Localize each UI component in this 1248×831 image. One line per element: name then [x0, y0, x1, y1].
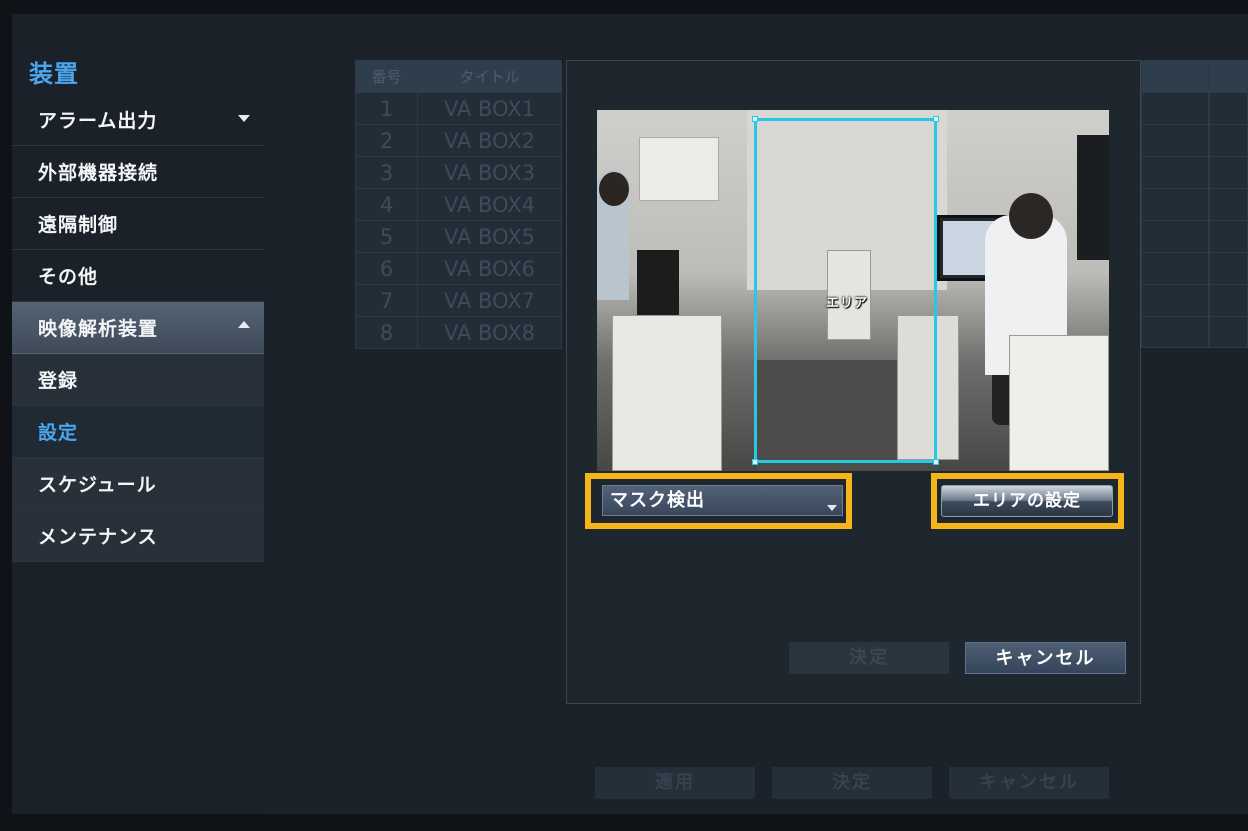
cell-number: 1 [355, 92, 418, 125]
table-row[interactable]: 5 VA BOX5 [355, 220, 562, 253]
sidebar-item-schedule[interactable]: スケジュール [12, 458, 264, 510]
column-header-number: 番号 [355, 60, 418, 93]
cell-number: 4 [355, 188, 418, 221]
preview-head-left [599, 172, 629, 206]
sidebar-title: 装置 [29, 60, 79, 88]
cell-number: 7 [355, 284, 418, 317]
sidebar-item-external-device[interactable]: 外部機器接続 [12, 146, 264, 198]
preview-desk-left [612, 315, 722, 471]
preview-poster [639, 137, 719, 201]
area-handle-top-left[interactable] [752, 116, 758, 122]
dialog-ok-button[interactable]: 決定 [789, 642, 949, 674]
cell-title: VA BOX7 [417, 284, 562, 317]
sidebar-item-label: 登録 [38, 370, 79, 392]
sidebar-item-alarm-output[interactable]: アラーム出力 [12, 94, 264, 146]
sidebar-item-label: 映像解析装置 [38, 318, 159, 340]
cell-number: 3 [355, 156, 418, 189]
column-header-title: タイトル [417, 60, 562, 93]
detection-type-value: マスク検出 [610, 490, 705, 511]
preview-desk-right [1009, 335, 1109, 471]
sidebar: 装置 アラーム出力 外部機器接続 遠隔制御 その他 映像解析装置 登録 設定 ス… [12, 14, 264, 814]
chevron-up-icon [238, 321, 250, 328]
sidebar-item-label: アラーム出力 [38, 110, 158, 132]
table-column-right-2 [1209, 60, 1248, 348]
cell-title: VA BOX3 [417, 156, 562, 189]
cell-number: 8 [355, 316, 418, 349]
detection-type-select[interactable]: マスク検出 [602, 485, 843, 516]
table-column-right-1 [1141, 60, 1209, 348]
sidebar-item-label: 設定 [38, 422, 79, 444]
cell-title: VA BOX2 [417, 124, 562, 157]
area-setting-dialog: エリア マスク検出 エリアの設定 決定 キャンセル [566, 60, 1141, 704]
table-row[interactable]: 8 VA BOX8 [355, 316, 562, 349]
table-row[interactable]: 6 VA BOX6 [355, 252, 562, 285]
area-handle-bottom-right[interactable] [933, 459, 939, 465]
cell-title: VA BOX6 [417, 252, 562, 285]
cell-title: VA BOX8 [417, 316, 562, 349]
cell-title: VA BOX4 [417, 188, 562, 221]
sidebar-item-register[interactable]: 登録 [12, 354, 264, 406]
table-row[interactable]: 1 VA BOX1 [355, 92, 562, 125]
sidebar-item-label: 遠隔制御 [38, 214, 119, 236]
cell-number: 6 [355, 252, 418, 285]
sidebar-item-label: メンテナンス [38, 526, 158, 548]
sidebar-item-video-analysis[interactable]: 映像解析装置 [12, 302, 264, 354]
sidebar-item-label: 外部機器接続 [38, 162, 159, 184]
va-box-table: 番号 タイトル 1 VA BOX1 2 VA BOX2 3 VA BOX3 4 VA B… [355, 60, 562, 349]
cell-number: 5 [355, 220, 418, 253]
cell-title: VA BOX1 [417, 92, 562, 125]
cell-number: 2 [355, 124, 418, 157]
chevron-down-icon [238, 115, 250, 122]
dropdown-arrow-icon [827, 505, 837, 511]
ok-button[interactable]: 決定 [772, 767, 932, 799]
cell-title: VA BOX5 [417, 220, 562, 253]
sidebar-item-label: その他 [38, 266, 99, 288]
sidebar-item-other[interactable]: その他 [12, 250, 264, 302]
table-row[interactable]: 4 VA BOX4 [355, 188, 562, 221]
sidebar-item-label: スケジュール [38, 474, 157, 496]
dialog-cancel-button[interactable]: キャンセル [965, 642, 1126, 674]
table-row[interactable]: 7 VA BOX7 [355, 284, 562, 317]
area-label: エリア [826, 296, 869, 311]
table-row[interactable]: 3 VA BOX3 [355, 156, 562, 189]
area-handle-bottom-left[interactable] [752, 459, 758, 465]
camera-preview[interactable]: エリア [597, 110, 1109, 471]
table-row[interactable]: 2 VA BOX2 [355, 124, 562, 157]
area-setting-button[interactable]: エリアの設定 [941, 485, 1113, 517]
sidebar-item-remote-control[interactable]: 遠隔制御 [12, 198, 264, 250]
preview-head-right [1009, 193, 1053, 239]
sidebar-item-maintenance[interactable]: メンテナンス [12, 510, 264, 562]
area-handle-top-right[interactable] [933, 116, 939, 122]
detection-area-outline[interactable] [754, 118, 937, 463]
table-header-row: 番号 タイトル [355, 60, 562, 93]
cancel-button[interactable]: キャンセル [949, 767, 1109, 799]
preview-monitor-right [1077, 135, 1109, 260]
apply-button[interactable]: 適用 [595, 767, 755, 799]
sidebar-item-settings[interactable]: 設定 [12, 406, 264, 458]
